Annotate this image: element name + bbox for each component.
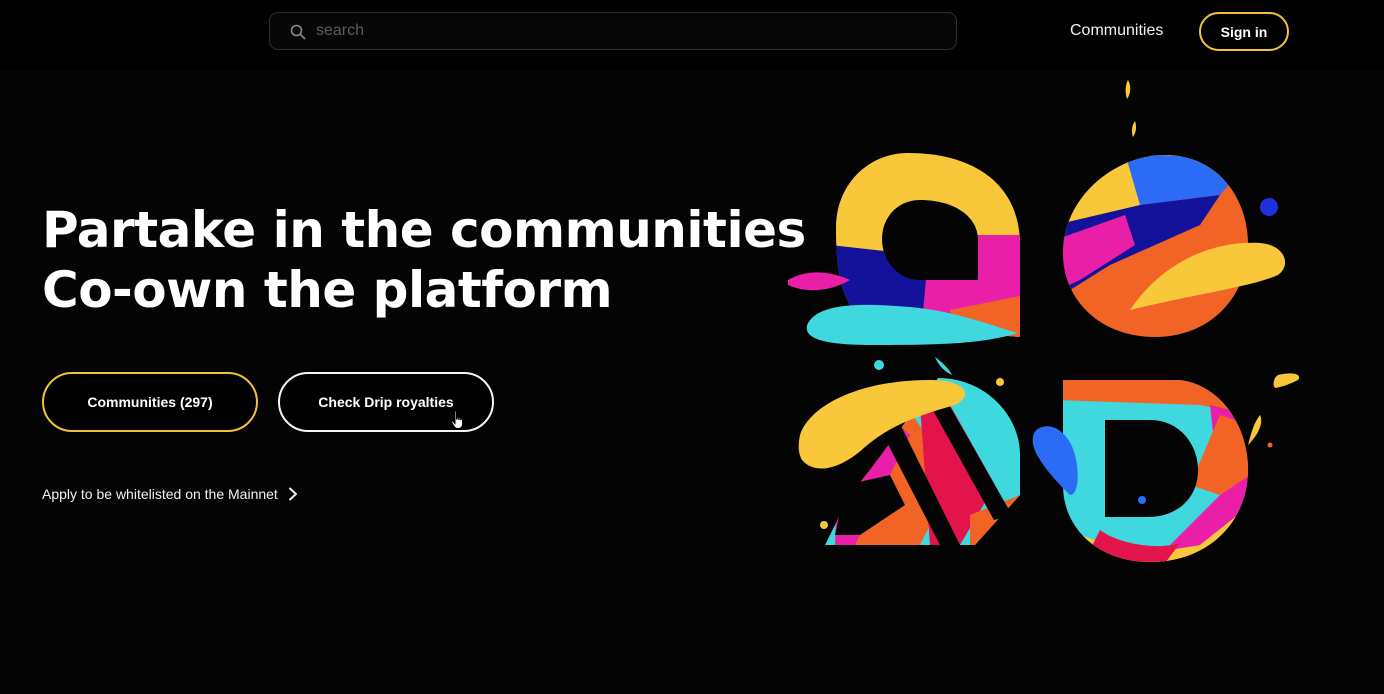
whitelist-link-label: Apply to be whitelisted on the Mainnet <box>42 486 278 502</box>
logo-dot-cyan <box>874 360 884 370</box>
chevron-right-icon <box>288 487 297 501</box>
hero-colorful-logo-illustration <box>788 80 1300 562</box>
logo-shape-bottom-right-hole <box>1105 420 1198 517</box>
logo-dot-blue <box>1260 198 1278 216</box>
hero-title: Partake in the communities Co-own the pl… <box>42 200 806 320</box>
hero-title-line-2: Co-own the platform <box>42 261 613 319</box>
nav-communities-link[interactable]: Communities <box>1070 20 1163 42</box>
logo-splash-yellow-small <box>1273 373 1300 388</box>
sign-in-button[interactable]: Sign in <box>1199 12 1289 51</box>
search-icon <box>290 24 306 40</box>
logo-shape-top-right <box>1063 155 1248 337</box>
logo-dot-blue-small <box>1138 496 1146 504</box>
logo-dot-orange <box>1267 442 1273 448</box>
hand-pointer-cursor-icon <box>450 410 464 429</box>
logo-dot-yellow-2 <box>820 521 828 529</box>
search-box[interactable] <box>269 12 957 50</box>
logo-drop-top-1 <box>1125 80 1131 99</box>
logo-drop-top-2 <box>1131 121 1137 137</box>
whitelist-link[interactable]: Apply to be whitelisted on the Mainnet <box>42 486 298 502</box>
search-input[interactable] <box>316 13 916 49</box>
hero-title-line-1: Partake in the communities <box>42 201 806 259</box>
logo-dot-yellow-1 <box>996 378 1004 386</box>
top-navigation-bar: Communities Sign in <box>0 0 1384 70</box>
communities-button[interactable]: Communities (297) <box>42 372 258 432</box>
logo-drop-right <box>1248 415 1262 445</box>
logo-drop-cyan <box>935 357 952 375</box>
